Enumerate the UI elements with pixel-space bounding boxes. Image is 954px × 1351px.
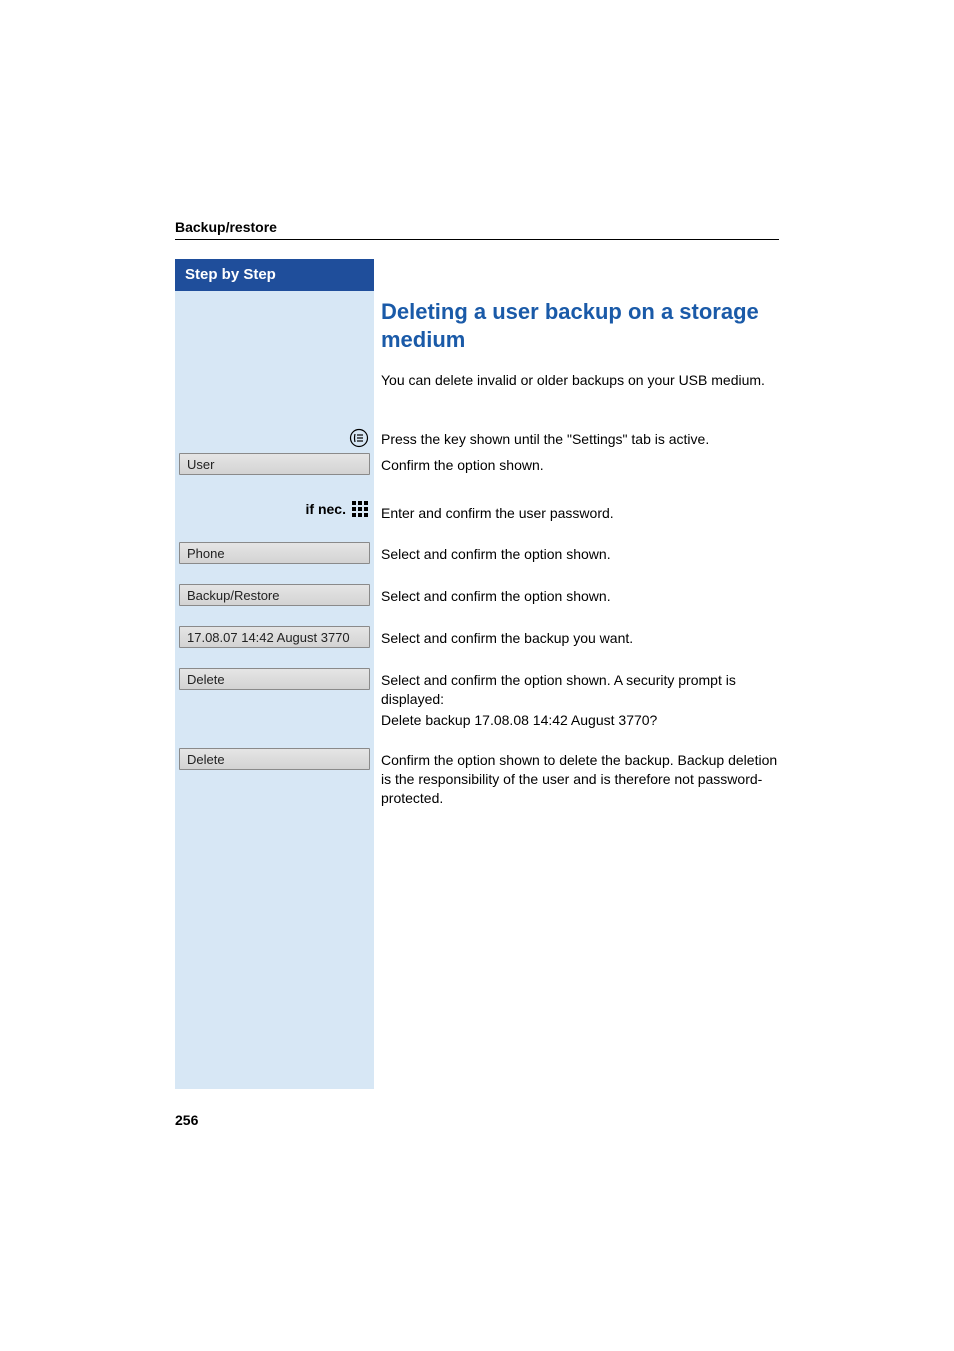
instruction-delete-prompt-1: Select and confirm the option shown. A s… xyxy=(381,671,781,709)
menu-label: Backup/Restore xyxy=(187,588,280,603)
instruction-password: Enter and confirm the user password. xyxy=(381,504,781,523)
settings-key-icon xyxy=(349,428,369,448)
instruction-user: Confirm the option shown. xyxy=(381,456,781,475)
instruction-delete-prompt-2: Delete backup 17.08.08 14:42 August 3770… xyxy=(381,711,781,730)
header-rule xyxy=(175,239,779,240)
menu-label: Delete xyxy=(187,672,225,687)
menu-option-backup-restore: Backup/Restore xyxy=(179,584,370,606)
menu-label: 17.08.07 14:42 August 3770 xyxy=(187,630,350,645)
section-header: Backup/restore xyxy=(175,219,779,235)
menu-option-delete-confirm: Delete xyxy=(179,748,370,770)
menu-label: Phone xyxy=(187,546,225,561)
main-content: Deleting a user backup on a storage medi… xyxy=(381,298,781,390)
instruction-backup-restore: Select and confirm the option shown. xyxy=(381,587,781,606)
if-nec-text: if nec. xyxy=(306,501,346,517)
instruction-settings-key: Press the key shown until the "Settings"… xyxy=(381,430,781,449)
menu-option-backup-entry: 17.08.07 14:42 August 3770 xyxy=(179,626,370,648)
menu-option-phone: Phone xyxy=(179,542,370,564)
sidebar-header: Step by Step xyxy=(175,259,374,291)
menu-option-user: User xyxy=(179,453,370,475)
menu-label: Delete xyxy=(187,752,225,767)
step-by-step-sidebar: Step by Step User if nec. xyxy=(175,259,374,1089)
instruction-select-backup: Select and confirm the backup you want. xyxy=(381,629,781,648)
menu-option-delete: Delete xyxy=(179,668,370,690)
intro-text: You can delete invalid or older backups … xyxy=(381,371,781,390)
instruction-phone: Select and confirm the option shown. xyxy=(381,545,781,564)
menu-label: User xyxy=(187,457,214,472)
page-number: 256 xyxy=(175,1112,198,1128)
if-nec-label: if nec. xyxy=(306,501,368,517)
keypad-icon xyxy=(352,501,368,517)
instruction-confirm-delete: Confirm the option shown to delete the b… xyxy=(381,751,781,808)
page-title: Deleting a user backup on a storage medi… xyxy=(381,298,781,353)
